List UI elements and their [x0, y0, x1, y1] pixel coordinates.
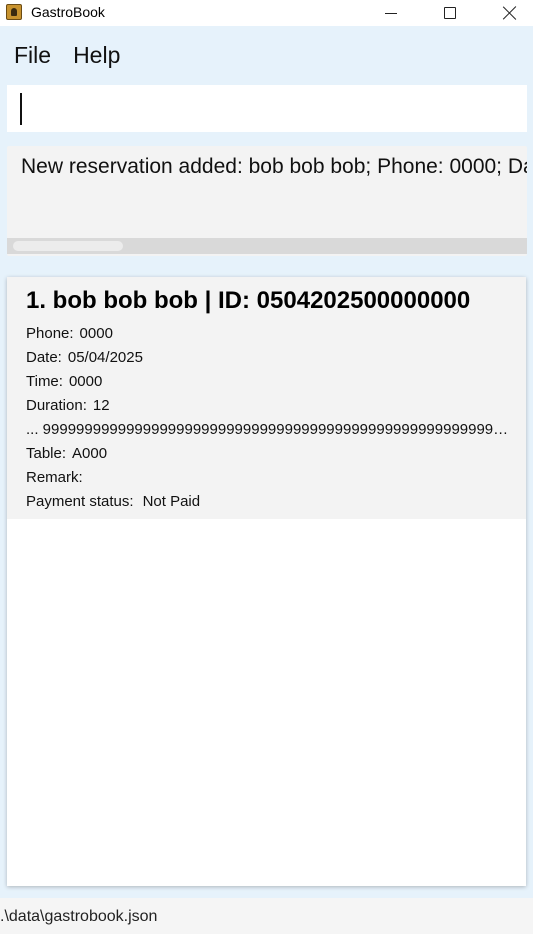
- duration-label: Duration:: [26, 397, 87, 414]
- result-message: New reservation added: bob bob bob; Phon…: [21, 155, 527, 178]
- reservation-card[interactable]: 1. bob bob bob | ID: 0504202500000000 Ph…: [7, 277, 526, 519]
- table-field: Table: A000: [26, 445, 107, 462]
- maximize-button[interactable]: [427, 0, 473, 26]
- date-field: Date: 05/04/2025: [26, 349, 143, 366]
- scrollbar-thumb[interactable]: [13, 241, 123, 251]
- menu-bar: File Help: [0, 30, 533, 80]
- window-title: GastroBook: [31, 4, 105, 20]
- time-field: Time: 0000: [26, 373, 102, 390]
- maximize-icon: [444, 7, 456, 19]
- result-display[interactable]: New reservation added: bob bob bob; Phon…: [7, 146, 527, 256]
- data-file-path: .\data\gastrobook.json: [0, 908, 158, 925]
- remark-label: Remark:: [26, 469, 83, 486]
- payment-label: Payment status:: [26, 493, 134, 510]
- minimize-button[interactable]: [368, 0, 414, 26]
- horizontal-scrollbar[interactable]: [7, 238, 527, 254]
- command-input[interactable]: [7, 85, 527, 132]
- table-value: A000: [72, 445, 108, 462]
- close-icon: [503, 6, 517, 20]
- minimize-icon: [385, 12, 397, 14]
- date-label: Date:: [26, 349, 62, 366]
- close-button[interactable]: [487, 0, 533, 26]
- reservation-list[interactable]: 1. bob bob bob | ID: 0504202500000000 Ph…: [7, 277, 526, 886]
- date-value: 05/04/2025: [67, 349, 143, 366]
- phone-value: 0000: [79, 325, 113, 342]
- table-label: Table:: [26, 445, 67, 462]
- text-caret: [20, 93, 22, 125]
- app-logo-icon: [6, 4, 22, 20]
- duration-value: 12: [92, 397, 110, 414]
- time-label: Time:: [26, 373, 63, 390]
- pax-value: ... 999999999999999999999999999999999999…: [26, 421, 512, 438]
- duration-field: Duration: 12: [26, 397, 110, 414]
- menu-help[interactable]: Help: [73, 42, 120, 69]
- phone-field: Phone: 0000: [26, 325, 113, 342]
- status-bar: .\data\gastrobook.json: [0, 898, 533, 934]
- time-value: 0000: [68, 373, 103, 390]
- reservation-header: 1. bob bob bob | ID: 0504202500000000: [26, 287, 471, 314]
- payment-field: Payment status: Not Paid: [26, 493, 200, 510]
- menu-file[interactable]: File: [14, 42, 51, 69]
- title-bar: GastroBook: [0, 0, 533, 26]
- phone-label: Phone:: [26, 325, 74, 342]
- remark-field: Remark:: [26, 469, 89, 486]
- payment-value: Not Paid: [142, 493, 201, 510]
